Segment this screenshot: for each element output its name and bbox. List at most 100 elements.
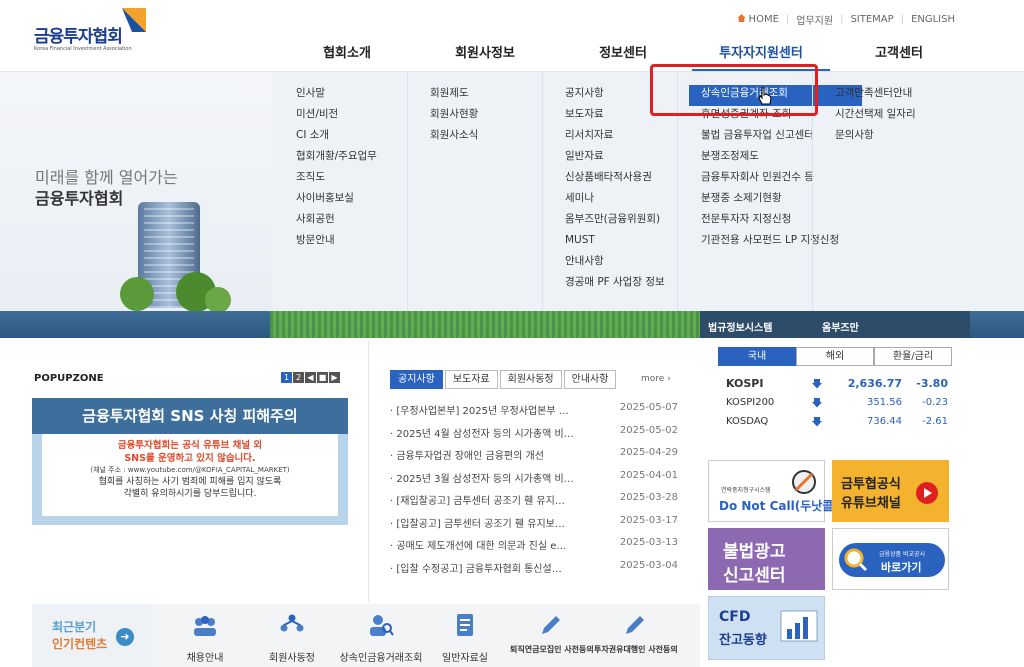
menu-link[interactable]: 회원제도 bbox=[430, 85, 542, 106]
tab-fx-rates[interactable]: 환율/금리 bbox=[874, 347, 952, 366]
gnb-customer-center[interactable]: 고객센터 bbox=[830, 42, 968, 72]
menu-link[interactable]: 인사말 bbox=[296, 85, 407, 106]
quick-member-news[interactable]: 회원사동정 bbox=[252, 612, 332, 664]
menu-link[interactable]: 시간선택제 일자리 bbox=[835, 106, 947, 127]
popup-prev-button[interactable]: ◀ bbox=[305, 372, 316, 383]
popup-stop-button[interactable]: ■ bbox=[317, 372, 328, 383]
product-compare-banner[interactable]: 금융상품 비교공시 바로가기 bbox=[832, 528, 949, 590]
menu-link[interactable]: 협회개황/주요업무 bbox=[296, 148, 407, 169]
quick-menu: 최근분기 인기컨텐츠 ➜ 채용안내 회원사동정 상속인금융거래조회 일반자료실 … bbox=[32, 604, 700, 667]
menu-link[interactable]: 기관전용 사모펀드 LP 지정신청 bbox=[690, 232, 839, 253]
kofia-logo[interactable]: 금융투자협회 Korea Financial Investment Associ… bbox=[34, 8, 154, 60]
hand-cursor-icon bbox=[758, 87, 772, 105]
list-item[interactable]: · [우정사업본부] 2025년 우정사업본부 … 2025-05-07 bbox=[390, 402, 678, 425]
banner-strip: 법규정보시스템 옴부즈만 bbox=[0, 311, 1024, 338]
menu-link[interactable]: 문의사항 bbox=[835, 127, 947, 148]
util-support[interactable]: 업무지원 bbox=[789, 12, 840, 27]
gnb-about[interactable]: 협회소개 bbox=[278, 42, 416, 72]
popup-warning: 각별히 유의하시기를 당부드립니다. bbox=[123, 489, 257, 499]
market-row-kospi200: KOSPI200 351.56 -0.23 bbox=[726, 397, 948, 408]
people-icon bbox=[194, 616, 216, 636]
do-not-call-banner[interactable]: 연락중지청구시스템 Do Not Call(두낫콜) bbox=[708, 460, 839, 522]
popup-page-1[interactable]: 1 bbox=[281, 372, 292, 383]
tab-member-news[interactable]: 회원사동정 bbox=[499, 370, 562, 389]
popup-red-line: SNS를 운영하고 있지 않습니다. bbox=[124, 453, 256, 464]
illegal-ad-report-banner[interactable]: 불법광고 신고센터 bbox=[708, 528, 825, 590]
list-item[interactable]: · 금융투자업권 장애인 금융편의 개선 2025-04-29 bbox=[390, 447, 678, 470]
main-nav: 협회소개 회원사정보 정보센터 투자자지원센터 고객센터 bbox=[278, 42, 968, 72]
menu-link[interactable]: 리서치자료 bbox=[565, 127, 677, 148]
home-icon bbox=[737, 14, 746, 22]
list-item[interactable]: · [입찰 수정공고] 금융투자협회 통신설… 2025-03-04 bbox=[390, 560, 678, 583]
popup-banner-body: 금융투자협회는 공식 유튜브 채널 외 SNS를 운영하고 있지 않습니다. (… bbox=[42, 434, 338, 516]
menu-link[interactable]: 불법 금융투자업 신고센터 bbox=[690, 127, 814, 148]
popup-page-2[interactable]: 2 bbox=[293, 372, 304, 383]
menu-link[interactable]: 분쟁조정제도 bbox=[690, 148, 812, 169]
menu-link[interactable]: 경공매 PF 사업장 정보 bbox=[565, 274, 677, 295]
quick-inheritance-inquiry[interactable]: 상속인금융거래조회 bbox=[336, 612, 426, 664]
list-item[interactable]: · [입찰공고] 금투센터 공조기 휀 유지보… 2025-03-17 bbox=[390, 515, 678, 538]
popup-banner[interactable]: 금융투자협회 SNS 사칭 피해주의 금융투자협회는 공식 유튜브 채널 외 S… bbox=[32, 398, 348, 525]
mega-columns: 인사말 미션/비전 CI 소개 협회개황/주요업무 조직도 사이버홍보실 사회공… bbox=[272, 72, 947, 312]
quick-general-docs[interactable]: 일반자료실 bbox=[425, 612, 505, 664]
chevron-right-icon: › bbox=[667, 374, 671, 384]
util-home[interactable]: HOME bbox=[731, 14, 786, 25]
menu-link[interactable]: 분쟁중 소제기현황 bbox=[690, 190, 812, 211]
pencil-icon bbox=[626, 616, 644, 634]
list-item[interactable]: · 2025년 3월 삼성전자 등의 시가총액 비… 2025-04-01 bbox=[390, 470, 678, 493]
ombudsman-link[interactable]: 옴부즈만 bbox=[822, 319, 859, 334]
law-system-link[interactable]: 법규정보시스템 bbox=[708, 319, 772, 334]
quick-agent-registration[interactable]: 투자권유대행인 사전등의 bbox=[594, 612, 678, 655]
menu-link[interactable]: 신상품배타적사용권 bbox=[565, 169, 677, 190]
menu-link[interactable]: CI 소개 bbox=[296, 127, 407, 148]
menu-link[interactable]: 조직도 bbox=[296, 169, 407, 190]
hero-name: 금융투자협회 bbox=[35, 189, 124, 208]
popup-next-button[interactable]: ▶ bbox=[329, 372, 340, 383]
gnb-members[interactable]: 회원사정보 bbox=[416, 42, 554, 72]
chart-icon bbox=[780, 610, 818, 642]
no-call-icon bbox=[792, 470, 816, 494]
logo-mark-icon bbox=[122, 8, 146, 32]
menu-link[interactable]: 고객만족센터안내 bbox=[835, 85, 947, 106]
popup-warning: 협회를 사칭하는 사기 범죄에 피해를 입지 않도록 bbox=[98, 477, 282, 487]
util-sitemap[interactable]: SITEMAP bbox=[843, 14, 900, 25]
tab-press[interactable]: 보도자료 bbox=[444, 370, 498, 389]
tab-notice[interactable]: 공지사항 bbox=[390, 370, 443, 389]
tab-overseas[interactable]: 해외 bbox=[796, 347, 874, 366]
down-arrow-icon bbox=[812, 378, 822, 389]
popular-contents-lead: 최근분기 인기컨텐츠 ➜ bbox=[32, 604, 152, 667]
popup-banner-title: 금융투자협회 SNS 사칭 피해주의 bbox=[32, 398, 348, 434]
menu-link[interactable]: 일반자료 bbox=[565, 148, 677, 169]
menu-link[interactable]: 방문안내 bbox=[296, 232, 407, 253]
menu-link[interactable]: 금융투자회사 민원건수 등 bbox=[690, 169, 814, 190]
tab-domestic[interactable]: 국내 bbox=[718, 347, 796, 366]
down-arrow-icon bbox=[812, 416, 822, 427]
cfd-balance-banner[interactable]: CFD 잔고동향 bbox=[708, 596, 825, 660]
tree-image bbox=[120, 277, 154, 311]
list-item[interactable]: · 공매도 제도개선에 대한 의문과 진실 e… 2025-03-13 bbox=[390, 537, 678, 560]
quick-pension-recruiter[interactable]: 퇴직연금모집인 사전등의 bbox=[510, 612, 594, 655]
menu-link[interactable]: 옴부즈만(금융위원회) bbox=[565, 211, 677, 232]
tab-guide[interactable]: 안내사항 bbox=[563, 370, 617, 389]
magnifier-icon bbox=[844, 548, 868, 572]
menu-link[interactable]: 안내사항 bbox=[565, 253, 677, 274]
youtube-icon bbox=[916, 482, 938, 504]
menu-link[interactable]: MUST bbox=[565, 232, 677, 253]
list-item[interactable]: · [재입찰공고] 금투센터 공조기 휀 유지… 2025-03-28 bbox=[390, 492, 678, 515]
document-icon bbox=[457, 614, 473, 636]
more-link[interactable]: more › bbox=[641, 374, 671, 384]
page: 금융투자협회 Korea Financial Investment Associ… bbox=[0, 0, 1024, 667]
menu-link[interactable]: 사이버홍보실 bbox=[296, 190, 407, 211]
arrow-right-icon[interactable]: ➜ bbox=[116, 628, 134, 646]
quick-recruit[interactable]: 채용안내 bbox=[165, 612, 245, 664]
menu-link[interactable]: 회원사현황 bbox=[430, 106, 542, 127]
list-item[interactable]: · 2025년 4월 삼성전자 등의 시가총액 비… 2025-05-02 bbox=[390, 425, 678, 448]
youtube-channel-banner[interactable]: 금투협공식 유튜브채널 bbox=[832, 460, 949, 522]
menu-link[interactable]: 세미나 bbox=[565, 190, 677, 211]
menu-link[interactable]: 사회공헌 bbox=[296, 211, 407, 232]
menu-link[interactable]: 회원사소식 bbox=[430, 127, 542, 148]
menu-link[interactable]: 전문투자자 지정신청 bbox=[690, 211, 812, 232]
pencil-icon bbox=[542, 616, 560, 634]
util-english[interactable]: ENGLISH bbox=[904, 14, 962, 25]
menu-link[interactable]: 미션/비전 bbox=[296, 106, 407, 127]
